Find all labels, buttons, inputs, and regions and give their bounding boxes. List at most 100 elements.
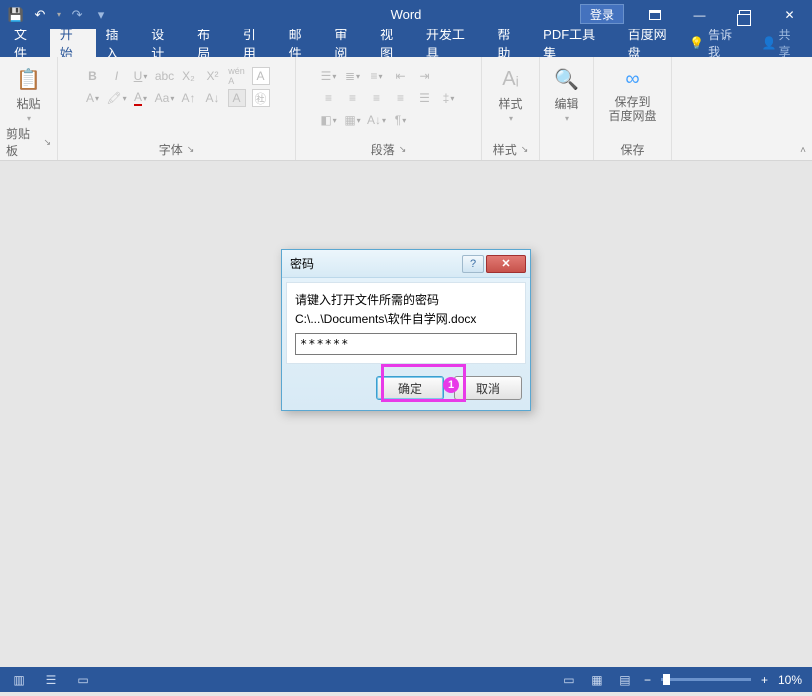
status-language-icon[interactable]: ▭ [74, 672, 92, 688]
tab-developer[interactable]: 开发工具 [416, 29, 488, 57]
tab-help[interactable]: 帮助 [487, 29, 533, 57]
dialog-prompt: 请键入打开文件所需的密码 [295, 291, 517, 308]
view-read-button[interactable]: ▭ [560, 672, 578, 688]
sort-button[interactable]: A↓▾ [368, 111, 386, 129]
tab-references[interactable]: 引用 [233, 29, 279, 57]
decrease-indent-button[interactable]: ⇤ [392, 67, 410, 85]
tab-mailings[interactable]: 邮件 [279, 29, 325, 57]
status-words-icon[interactable]: ☰ [42, 672, 60, 688]
bullets-button[interactable]: ☰▾ [320, 67, 338, 85]
tab-layout[interactable]: 布局 [187, 29, 233, 57]
ribbon-tabs: 文件 开始 插入 设计 布局 引用 邮件 审阅 视图 开发工具 帮助 PDF工具… [0, 29, 812, 57]
shrink-font-button[interactable]: A↓ [204, 89, 222, 107]
align-right-button[interactable]: ≡ [368, 89, 386, 107]
tab-review[interactable]: 审阅 [324, 29, 370, 57]
clipboard-launcher[interactable]: ↘ [43, 137, 51, 148]
distribute-button[interactable]: ☰ [416, 89, 434, 107]
close-button[interactable]: ✕ [767, 0, 812, 29]
zoom-slider[interactable] [661, 678, 751, 681]
styles-button[interactable]: Aᵢ 样式 ▾ [493, 61, 529, 123]
subscript-button[interactable]: X₂ [180, 67, 198, 85]
increase-indent-button[interactable]: ⇥ [416, 67, 434, 85]
dialog-help-button[interactable]: ? [462, 255, 484, 273]
ribbon-options-button[interactable] [632, 0, 677, 29]
clipboard-icon: 📋 [15, 65, 43, 93]
find-icon: 🔍 [553, 65, 581, 93]
marker-1: 1 [443, 377, 459, 393]
group-clipboard-label: 剪贴板 [6, 125, 39, 159]
phonetic-button[interactable]: wénA [228, 67, 246, 85]
borders-button[interactable]: ▦▾ [344, 111, 362, 129]
paragraph-launcher[interactable]: ↘ [399, 144, 407, 155]
strike-button[interactable]: abc [156, 67, 174, 85]
group-baidu-label: 保存 [620, 141, 644, 158]
status-bar: ▥ ☰ ▭ ▭ ▦ ▤ − + 10% [0, 667, 812, 692]
styles-launcher[interactable]: ↘ [521, 144, 529, 155]
share-button[interactable]: 👤共享 [761, 26, 802, 60]
text-effects-button[interactable]: A▾ [84, 89, 102, 107]
grow-font-button[interactable]: A↑ [180, 89, 198, 107]
editing-button[interactable]: 🔍 编辑 ▾ [549, 61, 585, 123]
char-shading-button[interactable]: A [228, 89, 246, 107]
undo-icon[interactable]: ↶ [32, 7, 48, 23]
dialog-title: 密码 [290, 255, 314, 272]
shading-button[interactable]: ◧▾ [320, 111, 338, 129]
qat-customize-icon[interactable]: ▾ [93, 7, 109, 23]
tab-design[interactable]: 设计 [141, 29, 187, 57]
zoom-text[interactable]: 10% [778, 673, 802, 687]
tab-home[interactable]: 开始 [50, 29, 96, 57]
collapse-ribbon-button[interactable]: ˄ [800, 145, 806, 156]
enclose-char-button[interactable]: ㊓ [252, 89, 270, 107]
redo-icon[interactable]: ↷ [69, 7, 85, 23]
baidu-save-label: 保存到 百度网盘 [608, 95, 656, 124]
show-marks-button[interactable]: ¶▾ [392, 111, 410, 129]
paste-label: 粘贴 [16, 95, 40, 112]
underline-button[interactable]: U▾ [132, 67, 150, 85]
app-title: Word [391, 7, 422, 22]
font-launcher[interactable]: ↘ [187, 144, 195, 155]
baidu-save-button[interactable]: ∞ 保存到 百度网盘 [604, 61, 660, 124]
align-center-button[interactable]: ≡ [344, 89, 362, 107]
tab-baidu[interactable]: 百度网盘 [618, 29, 690, 57]
view-print-button[interactable]: ▦ [588, 672, 606, 688]
document-area: 密码 ? ✕ 请键入打开文件所需的密码 C:\...\Documents\软件自… [0, 161, 812, 667]
superscript-button[interactable]: X² [204, 67, 222, 85]
dialog-close-button[interactable]: ✕ [486, 255, 526, 273]
save-icon[interactable]: 💾 [8, 7, 24, 23]
title-bar: 💾 ↶ ▾ ↷ ▾ Word 登录 — ✕ [0, 0, 812, 29]
zoom-in-button[interactable]: + [761, 673, 768, 687]
ribbon: 📋 粘贴 ▾ 剪贴板 ↘ B I U▾ abc X₂ X² wénA A [0, 57, 812, 161]
align-left-button[interactable]: ≡ [320, 89, 338, 107]
cloud-icon: ∞ [618, 65, 646, 93]
italic-button[interactable]: I [108, 67, 126, 85]
bold-button[interactable]: B [84, 67, 102, 85]
multilevel-button[interactable]: ≡▾ [368, 67, 386, 85]
tab-insert[interactable]: 插入 [96, 29, 142, 57]
tab-pdf[interactable]: PDF工具集 [533, 29, 617, 57]
view-web-button[interactable]: ▤ [616, 672, 634, 688]
line-spacing-button[interactable]: ‡▾ [440, 89, 458, 107]
tab-file[interactable]: 文件 [4, 29, 50, 57]
char-border-button[interactable]: A [252, 67, 270, 85]
numbering-button[interactable]: ≣▾ [344, 67, 362, 85]
paste-button[interactable]: 📋 粘贴 ▾ [11, 61, 47, 123]
status-page-icon[interactable]: ▥ [10, 672, 28, 688]
share-icon: 👤 [761, 36, 776, 50]
dialog-titlebar: 密码 ? ✕ [282, 250, 530, 278]
restore-button[interactable] [722, 0, 767, 29]
tab-view[interactable]: 视图 [370, 29, 416, 57]
minimize-button[interactable]: — [677, 0, 722, 29]
zoom-out-button[interactable]: − [644, 673, 651, 687]
font-color-button[interactable]: A▾ [132, 89, 150, 107]
cancel-button[interactable]: 取消 [454, 376, 522, 400]
highlight-button[interactable]: 🖍▾ [108, 89, 126, 107]
tell-me[interactable]: 💡告诉我 [689, 26, 743, 60]
password-dialog: 密码 ? ✕ 请键入打开文件所需的密码 C:\...\Documents\软件自… [281, 249, 531, 411]
ok-button[interactable]: 确定 [376, 376, 444, 400]
group-styles-label: 样式 [493, 141, 517, 158]
password-input[interactable] [295, 333, 517, 355]
undo-dropdown[interactable]: ▾ [57, 10, 61, 19]
change-case-button[interactable]: Aa▾ [156, 89, 174, 107]
login-button[interactable]: 登录 [580, 4, 624, 24]
justify-button[interactable]: ≡ [392, 89, 410, 107]
